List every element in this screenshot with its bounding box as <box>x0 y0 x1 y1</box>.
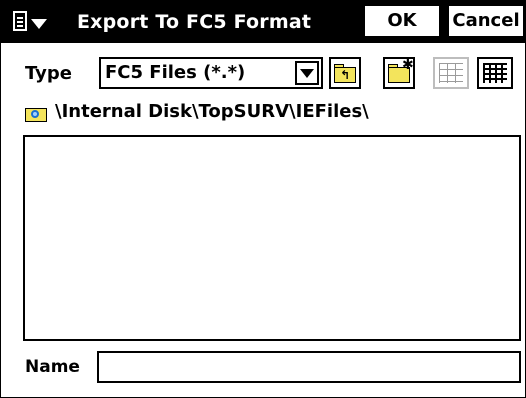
type-select[interactable]: FC5 Files (*.*) <box>99 57 323 89</box>
current-path: \Internal Disk\TopSURV\IEFiles\ <box>55 101 369 122</box>
sparkle-icon: ✱ <box>402 57 414 73</box>
up-arrow-icon: ↰ <box>340 68 351 82</box>
folder-search-icon <box>25 104 47 122</box>
title-bar: Export To FC5 Format OK Cancel <box>1 1 525 43</box>
chevron-down-icon <box>31 19 47 29</box>
cancel-button[interactable]: Cancel <box>447 4 525 38</box>
window-menu-button[interactable] <box>5 5 71 39</box>
new-folder-button[interactable]: ✱ <box>383 57 415 89</box>
type-label: Type <box>25 63 72 84</box>
details-view-icon <box>483 63 507 83</box>
folder-up-button[interactable]: ↰ <box>329 57 361 89</box>
dropdown-arrow-icon[interactable] <box>295 61 319 85</box>
name-field[interactable] <box>97 351 521 383</box>
type-select-value: FC5 Files (*.*) <box>105 62 246 83</box>
document-icon <box>13 11 27 31</box>
file-list[interactable] <box>23 135 521 341</box>
window-title: Export To FC5 Format <box>77 11 312 33</box>
list-view-icon <box>439 63 463 83</box>
list-view-button[interactable] <box>433 57 469 89</box>
export-dialog: Export To FC5 Format OK Cancel Type FC5 … <box>0 0 526 398</box>
magnifier-shape <box>31 110 39 118</box>
details-view-button[interactable] <box>477 57 513 89</box>
name-label: Name <box>25 357 80 377</box>
ok-button[interactable]: OK <box>363 4 441 38</box>
